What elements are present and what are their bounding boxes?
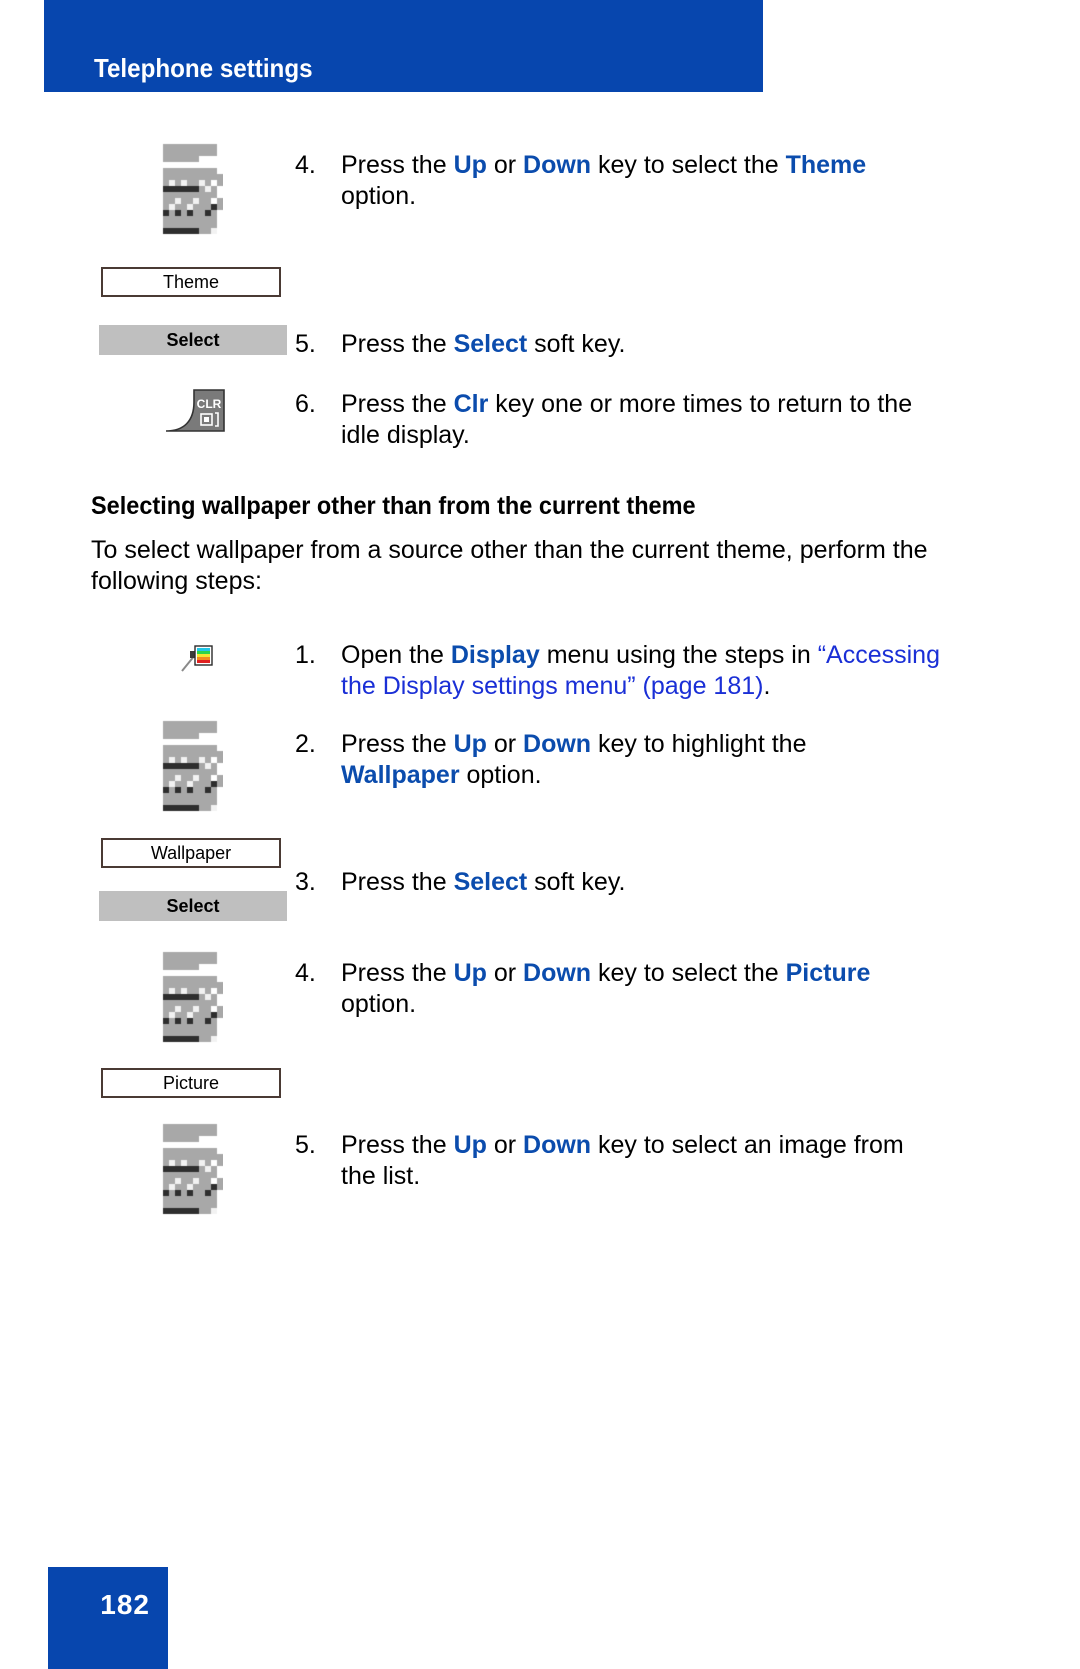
step-text-run: option. — [459, 761, 542, 789]
step-text-key: Up — [453, 151, 487, 179]
step-text-run: Open the — [341, 641, 451, 669]
step-text: Press the Up or Down key to select an im… — [341, 1130, 929, 1192]
step-number: 5. — [295, 1131, 316, 1159]
step-text-run: Press the — [341, 959, 454, 987]
softkey-label: Select — [166, 329, 220, 350]
softkey-select: Select — [99, 325, 287, 355]
section-intro-paragraph: To select wallpaper from a source other … — [91, 536, 928, 595]
step-number: 4. — [295, 151, 316, 179]
step-text-run: Press the — [341, 390, 454, 418]
step-text-run: option. — [341, 182, 417, 210]
step-text: Press the Clr key one or more times to r… — [341, 389, 929, 451]
step-number: 6. — [295, 390, 316, 418]
step-text: Press the Up or Down key to highlight th… — [341, 729, 901, 791]
step-text-key: Theme — [785, 151, 867, 179]
step-text-run: Press the — [341, 1131, 454, 1159]
step-text-run: or — [486, 959, 524, 987]
lcd-screen-icon — [157, 138, 223, 246]
step-text-run: . — [763, 672, 771, 700]
page-title: Telephone settings — [94, 53, 313, 83]
step-text-run: or — [486, 730, 524, 758]
display-settings-icon-glyph — [181, 645, 213, 672]
lcd-screen-icon — [157, 946, 223, 1054]
option-label-text: Theme — [162, 271, 220, 292]
step-text: Press the Select soft key. — [341, 329, 931, 360]
step-number: 5. — [295, 330, 316, 358]
step-text-key: Up — [453, 959, 487, 987]
step-text-run: Press the — [341, 151, 454, 179]
step-text-run: or — [486, 1131, 524, 1159]
step-text-run: Press the — [341, 730, 454, 758]
step-text-key: Up — [453, 730, 487, 758]
clr-key-shape: CLR — [165, 389, 225, 432]
step-text-key: Select — [453, 330, 528, 358]
step-text-run: key to highlight the — [591, 730, 807, 758]
step-text-run: Press the — [341, 868, 454, 896]
step-text-run: option. — [341, 990, 417, 1018]
step-number: 4. — [295, 959, 316, 987]
option-label-text: Picture — [162, 1072, 220, 1093]
step-number: 2. — [295, 730, 316, 758]
step-text-run: Press the — [341, 330, 454, 358]
option-label-picture: Picture — [101, 1068, 281, 1098]
step-text-run: key to select the — [591, 151, 786, 179]
clr-key-icon: CLR — [162, 388, 228, 432]
step-text-key: Wallpaper — [341, 761, 460, 789]
step-text-key: Down — [523, 959, 592, 987]
option-label-wallpaper: Wallpaper — [101, 838, 281, 868]
page-header-band: Telephone settings — [44, 0, 763, 92]
step-text-key: Down — [523, 1131, 592, 1159]
step-text: Press the Up or Down key to select the T… — [341, 150, 931, 212]
step-text-run: menu using the steps in — [539, 641, 818, 669]
page-number: 182 — [100, 1589, 150, 1620]
step-text-key: Down — [523, 151, 592, 179]
step-number: 3. — [295, 868, 316, 896]
step-text: Press the Up or Down key to select the P… — [341, 958, 921, 1020]
footer-page-band: 182 — [48, 1567, 168, 1669]
step-text-key: Display — [450, 641, 540, 669]
softkey-select: Select — [99, 891, 287, 921]
display-settings-icon — [180, 643, 214, 673]
option-label-text: Wallpaper — [150, 842, 232, 863]
step-text-key: Picture — [785, 959, 871, 987]
step-text: Press the Select soft key. — [341, 867, 901, 898]
lcd-screen-icon — [157, 1118, 223, 1226]
option-label-theme: Theme — [101, 267, 281, 297]
step-text-key: Down — [523, 730, 592, 758]
step-text: Open the Display menu using the steps in… — [341, 640, 941, 702]
step-text-key: Up — [453, 1131, 487, 1159]
step-text-run: or — [486, 151, 524, 179]
step-text-run: key to select the — [591, 959, 786, 987]
step-text-key: Clr — [453, 390, 489, 418]
lcd-screen-icon — [157, 715, 223, 823]
step-text-run: soft key. — [527, 868, 626, 896]
step-text-key: Select — [453, 868, 528, 896]
section-heading: Selecting wallpaper other than from the … — [91, 492, 696, 520]
svg-text:CLR: CLR — [197, 397, 222, 411]
step-text-run: soft key. — [527, 330, 626, 358]
step-number: 1. — [295, 641, 316, 669]
softkey-label: Select — [166, 895, 220, 916]
